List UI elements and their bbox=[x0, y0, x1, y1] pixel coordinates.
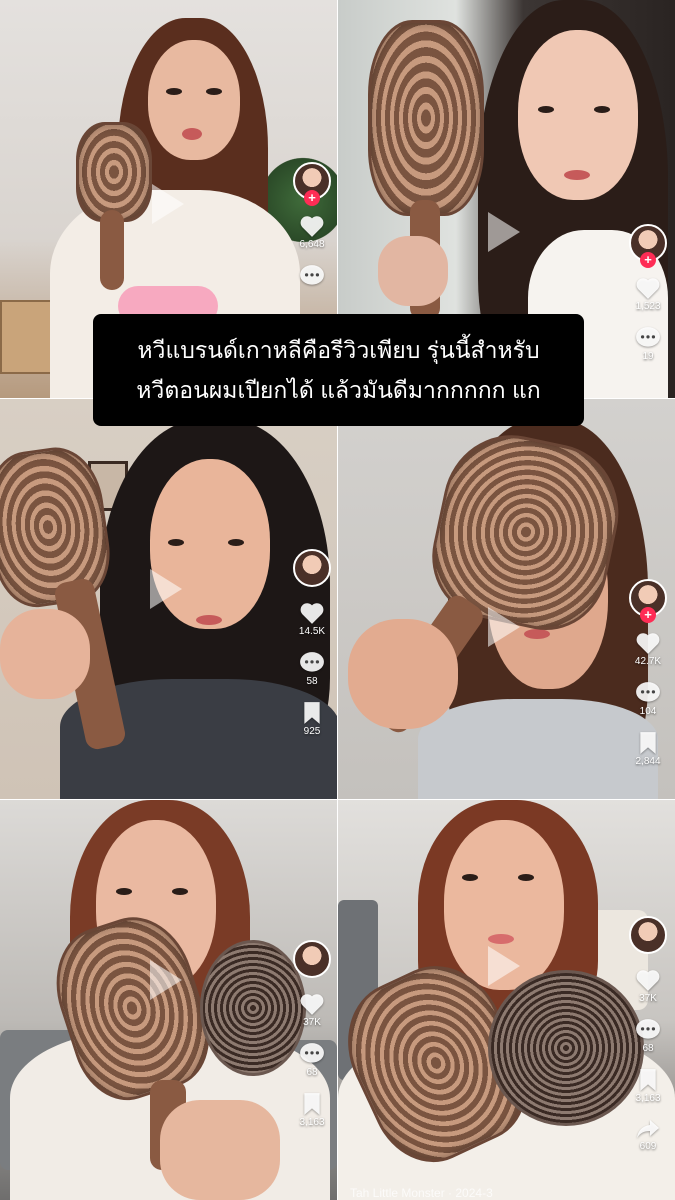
creator-avatar[interactable] bbox=[293, 940, 331, 978]
comment-button[interactable]: 104 bbox=[635, 681, 661, 717]
heart-icon bbox=[300, 216, 324, 237]
like-button[interactable]: 1,523 bbox=[635, 276, 661, 312]
heart-icon bbox=[636, 278, 660, 299]
action-rail: + 42.7K 104 2,844 bbox=[628, 579, 668, 767]
comment-icon bbox=[636, 1019, 660, 1039]
bookmark-icon bbox=[304, 702, 320, 724]
like-count: 37K bbox=[639, 993, 657, 1004]
save-button[interactable]: 925 bbox=[301, 701, 323, 737]
like-count: 37K bbox=[303, 1017, 321, 1028]
follow-icon[interactable]: + bbox=[640, 252, 656, 268]
video-tile-6[interactable]: 37K 68 3,163 609 bbox=[338, 800, 675, 1200]
comment-icon bbox=[636, 327, 660, 347]
comment-count: 19 bbox=[642, 351, 654, 362]
play-icon bbox=[488, 607, 520, 647]
save-count: 925 bbox=[303, 726, 321, 737]
like-count: 14.5K bbox=[298, 626, 326, 637]
save-button[interactable]: 3,163 bbox=[635, 1068, 661, 1104]
play-icon bbox=[150, 569, 182, 609]
save-count: 3,163 bbox=[299, 1117, 325, 1128]
comment-button[interactable]: 19 bbox=[635, 326, 661, 362]
bookmark-icon bbox=[640, 1069, 656, 1091]
share-button[interactable]: 609 bbox=[636, 1118, 660, 1152]
action-rail: 37K 68 3,163 609 bbox=[628, 916, 668, 1152]
save-count: 2,844 bbox=[635, 756, 661, 767]
comment-button[interactable] bbox=[299, 264, 325, 288]
video-tile-4[interactable]: + 42.7K 104 2,844 bbox=[338, 399, 675, 799]
video-collage: + 6,648 + 1,523 19 14.5K 58 925 + 42.7K … bbox=[0, 0, 675, 1200]
like-count: 42.7K bbox=[634, 656, 662, 667]
like-button[interactable]: 14.5K bbox=[299, 601, 325, 637]
comment-button[interactable]: 68 bbox=[635, 1018, 661, 1054]
heart-icon bbox=[636, 633, 660, 654]
comment-count: 68 bbox=[306, 1067, 318, 1078]
heart-icon bbox=[300, 603, 324, 624]
save-count: 3,163 bbox=[635, 1093, 661, 1104]
video-tile-5[interactable]: 37K 68 3,163 bbox=[0, 800, 337, 1200]
creator-avatar[interactable]: + bbox=[629, 579, 667, 623]
comment-icon bbox=[636, 682, 660, 702]
play-icon bbox=[152, 184, 184, 224]
caption-overlay: หวีแบรนด์เกาหลีคือรีวิวเพียบ รุ่นนี้สำหร… bbox=[93, 314, 584, 426]
like-count: 6,648 bbox=[299, 239, 325, 250]
like-button[interactable]: 37K bbox=[635, 968, 661, 1004]
creator-avatar[interactable] bbox=[629, 916, 667, 954]
comment-button[interactable]: 68 bbox=[299, 1042, 325, 1078]
creator-avatar[interactable]: + bbox=[629, 224, 667, 268]
comment-count: 58 bbox=[306, 676, 318, 687]
divider-vertical bbox=[337, 0, 338, 1200]
divider-horizontal bbox=[0, 799, 675, 800]
like-button[interactable]: 37K bbox=[299, 992, 325, 1028]
action-rail: + 6,648 bbox=[292, 162, 332, 288]
caption-line-1: หวีแบรนด์เกาหลีคือรีวิวเพียบ รุ่นนี้สำหร… bbox=[137, 337, 540, 363]
save-button[interactable]: 2,844 bbox=[635, 731, 661, 767]
creator-attribution: Tah Little Monster · 2024-3 bbox=[350, 1186, 493, 1200]
action-rail: + 1,523 19 bbox=[628, 224, 668, 362]
play-icon bbox=[488, 946, 520, 986]
comment-button[interactable]: 58 bbox=[299, 651, 325, 687]
comment-icon bbox=[300, 652, 324, 672]
heart-icon bbox=[636, 970, 660, 991]
comment-count: 104 bbox=[639, 706, 657, 717]
share-arrow-icon bbox=[637, 1120, 659, 1138]
video-tile-3[interactable]: 14.5K 58 925 bbox=[0, 399, 337, 799]
bookmark-icon bbox=[640, 732, 656, 754]
comment-icon bbox=[300, 1043, 324, 1063]
follow-icon[interactable]: + bbox=[304, 190, 320, 206]
bookmark-icon bbox=[304, 1093, 320, 1115]
action-rail: 14.5K 58 925 bbox=[292, 549, 332, 737]
like-button[interactable]: 42.7K bbox=[635, 631, 661, 667]
creator-avatar[interactable] bbox=[293, 549, 331, 587]
comment-count: 68 bbox=[642, 1043, 654, 1054]
follow-icon[interactable]: + bbox=[640, 607, 656, 623]
save-button[interactable]: 3,163 bbox=[299, 1092, 325, 1128]
creator-avatar[interactable]: + bbox=[293, 162, 331, 206]
comment-icon bbox=[300, 265, 324, 285]
play-icon bbox=[488, 212, 520, 252]
share-count: 609 bbox=[639, 1141, 657, 1152]
action-rail: 37K 68 3,163 bbox=[292, 940, 332, 1128]
like-button[interactable]: 6,648 bbox=[299, 214, 325, 250]
caption-line-2: หวีตอนผมเปียกได้ แล้วมันดีมากกกกก แก bbox=[136, 377, 541, 403]
like-count: 1,523 bbox=[635, 301, 661, 312]
play-icon bbox=[150, 960, 182, 1000]
heart-icon bbox=[300, 994, 324, 1015]
